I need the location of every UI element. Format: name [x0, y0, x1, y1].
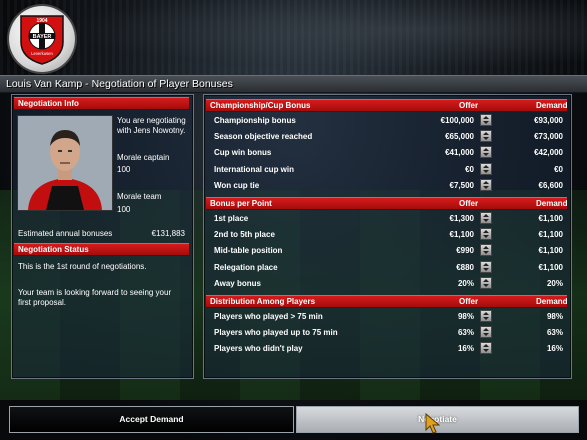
offer-value: €7,500	[449, 180, 474, 190]
demand-value: €1,100	[538, 230, 563, 240]
estimated-bonuses-value: €131,883	[151, 229, 185, 238]
accept-demand-button[interactable]: Accept Demand	[9, 406, 294, 433]
negotiation-info-header: Negotiation Info	[14, 97, 189, 110]
row-label: Championship bonus	[214, 116, 296, 125]
offer-column-header: Offer	[459, 199, 479, 208]
row-label: Players who played up to 75 min	[214, 328, 338, 338]
row-label: Relegation place	[214, 262, 278, 272]
demand-value: €1,100	[538, 214, 563, 223]
logo-name: BAYER	[33, 34, 52, 40]
status-line-2b: first proposal.	[18, 298, 67, 307]
offer-value: €1,100	[449, 230, 474, 240]
window-title: Louis Van Kamp - Negotiation of Player B…	[6, 78, 233, 90]
row-label: Players who played > 75 min	[214, 312, 323, 321]
row-label: Season objective reached	[214, 132, 313, 142]
club-logo: 1904 BAYER Leverkusen	[9, 6, 75, 72]
negotiation-status-header: Negotiation Status	[14, 243, 189, 256]
offer-value: €41,000	[445, 148, 474, 158]
offer-column-header: Offer	[459, 297, 479, 306]
demand-value: €1,100	[538, 246, 563, 256]
demand-value: 16%	[546, 344, 563, 354]
row-label: 2nd to 5th place	[214, 230, 275, 240]
offer-spinner-icon[interactable]	[480, 244, 492, 257]
window-title-bar: Louis Van Kamp - Negotiation of Player B…	[0, 75, 587, 93]
distribution-header: Distribution Among Players Offer Demand	[206, 295, 568, 308]
row-label: International cup win	[214, 164, 295, 174]
morale-captain-label: Morale captain	[117, 153, 170, 162]
offer-value: 63%	[457, 328, 474, 338]
demand-value: 63%	[546, 328, 563, 338]
status-line-2a: Your team is looking forward to seeing y…	[18, 288, 172, 297]
demand-column-header: Demand	[536, 199, 568, 208]
offer-value: 98%	[457, 312, 474, 321]
offer-value: 20%	[457, 278, 474, 288]
offer-value: 16%	[457, 344, 474, 354]
negotiation-info-panel: Negotiation Info You are negotiating wit…	[11, 94, 194, 379]
offer-spinner-icon[interactable]	[480, 114, 492, 126]
row-label: 1st place	[214, 214, 249, 223]
morale-team-label: Morale team	[117, 192, 162, 201]
logo-top-text: 1904	[36, 18, 47, 24]
morale-team-value: 100	[117, 205, 131, 214]
row-label: Cup win bonus	[214, 148, 272, 158]
offer-column-header: Offer	[459, 101, 479, 110]
demand-column-header: Demand	[536, 297, 568, 306]
club-crest-icon: 1904 BAYER Leverkusen	[20, 15, 64, 65]
status-line-1: This is the 1st round of negotiations.	[18, 262, 147, 271]
player-portrait	[17, 115, 113, 211]
row-label: Won cup tie	[214, 180, 260, 190]
row-label: Mid-table position	[214, 246, 283, 256]
estimated-bonuses-label: Estimated annual bonuses	[18, 229, 113, 238]
offer-spinner-icon[interactable]	[480, 212, 492, 224]
offer-value: €1,300	[449, 214, 474, 223]
offer-spinner-icon[interactable]	[480, 130, 492, 143]
row-label: Players who didn't play	[214, 344, 303, 354]
demand-value: €0	[554, 164, 563, 174]
offer-value: €880	[456, 262, 474, 272]
row-label: Away bonus	[214, 278, 261, 288]
demand-value: €93,000	[534, 116, 563, 125]
offer-value: €65,000	[445, 132, 474, 142]
logo-sub-text: Leverkusen	[31, 51, 53, 56]
demand-value: 98%	[546, 312, 563, 321]
offer-spinner-icon[interactable]	[480, 342, 492, 355]
offer-spinner-icon[interactable]	[480, 146, 492, 159]
demand-value: €73,000	[534, 132, 563, 142]
stadium-background	[0, 0, 587, 75]
offer-spinner-icon[interactable]	[480, 326, 492, 339]
morale-captain-value: 100	[117, 165, 131, 174]
championship-header: Championship/Cup Bonus Offer Demand	[206, 99, 568, 112]
offer-value: €990	[456, 246, 474, 256]
demand-value: €6,600	[538, 180, 563, 190]
offer-spinner-icon[interactable]	[480, 162, 492, 175]
mouse-cursor-icon	[425, 412, 441, 434]
offer-spinner-icon[interactable]	[480, 310, 492, 322]
offer-spinner-icon[interactable]	[480, 228, 492, 241]
demand-value: €1,100	[538, 262, 563, 272]
demand-value: €42,000	[534, 148, 563, 158]
demand-column-header: Demand	[536, 101, 568, 110]
intro-line-2: with Jens Nowotny.	[117, 126, 186, 135]
per-point-header: Bonus per Point Offer Demand	[206, 197, 568, 210]
offer-spinner-icon[interactable]	[480, 178, 492, 191]
offer-spinner-icon[interactable]	[480, 276, 492, 289]
offer-value: €0	[465, 164, 474, 174]
offer-value: €100,000	[440, 116, 474, 125]
demand-value: 20%	[546, 278, 563, 288]
intro-line-1: You are negotiating	[117, 116, 186, 125]
bonus-table-panel: Championship/Cup Bonus Offer Demand Cham…	[203, 94, 572, 379]
offer-spinner-icon[interactable]	[480, 260, 492, 273]
